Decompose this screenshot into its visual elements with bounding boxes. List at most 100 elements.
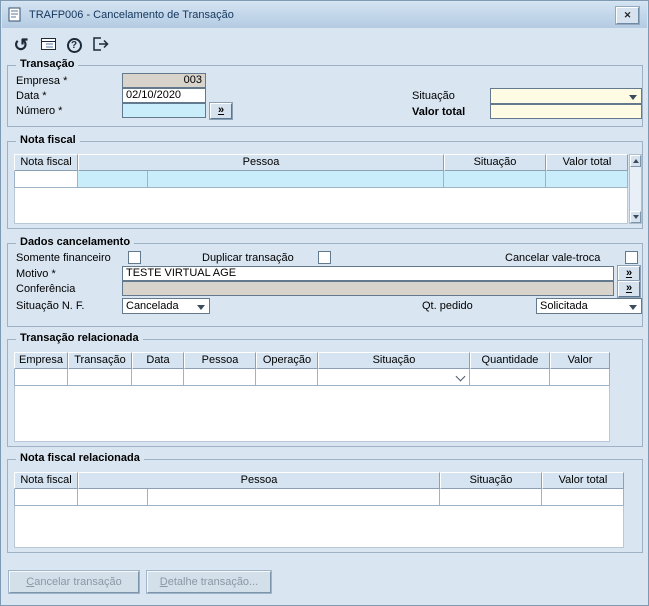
grid-cell[interactable] <box>550 369 610 386</box>
group-dados-cancelamento-legend: Dados cancelamento <box>16 236 134 248</box>
vertical-scrollbar[interactable] <box>629 154 642 224</box>
grid-cell[interactable] <box>184 369 256 386</box>
scroll-down-button[interactable] <box>630 211 641 223</box>
data-field[interactable]: 02/10/2020 <box>122 88 206 103</box>
grid-cell[interactable] <box>78 489 148 506</box>
situacao-nf-combo-value: Cancelada <box>126 300 179 312</box>
cancelar-transacao-button[interactable]: Cancelar transação <box>9 571 139 593</box>
grid-cell[interactable] <box>132 369 184 386</box>
group-nota-fiscal-legend: Nota fiscal <box>16 134 80 146</box>
duplicar-transacao-checkbox[interactable] <box>318 251 331 264</box>
conferencia-label: Conferência <box>16 283 75 295</box>
grid-cell[interactable] <box>470 369 550 386</box>
column-header-situacao[interactable]: Situação <box>318 352 470 369</box>
column-header-pessoa[interactable]: Pessoa <box>78 154 444 171</box>
detalhe-transacao-button[interactable]: Detalhe transação... <box>147 571 271 593</box>
grid-cell[interactable] <box>14 171 78 188</box>
column-header-nota-fiscal[interactable]: Nota fiscal <box>14 154 78 171</box>
window-title: TRAFP006 - Cancelamento de Transação <box>29 9 234 21</box>
grid-cell[interactable] <box>256 369 318 386</box>
column-header-pessoa[interactable]: Pessoa <box>184 352 256 369</box>
chevron-down-icon <box>456 372 466 382</box>
column-header-valor-total[interactable]: Valor total <box>542 472 624 489</box>
numero-lookup-button[interactable]: » <box>210 103 232 119</box>
conferencia-lookup-button[interactable]: » <box>618 281 640 297</box>
column-header-valor[interactable]: Valor <box>550 352 610 369</box>
group-nota-fiscal-relacionada-legend: Nota fiscal relacionada <box>16 452 144 464</box>
scroll-up-button[interactable] <box>630 155 641 167</box>
column-header-nota-fiscal[interactable]: Nota fiscal <box>14 472 78 489</box>
situacao-nf-label: Situação N. F. <box>16 300 84 312</box>
grid-cell[interactable] <box>148 489 440 506</box>
column-header-situacao[interactable]: Situação <box>444 154 546 171</box>
group-transacao-relacionada-legend: Transação relacionada <box>16 332 143 344</box>
calendar-button[interactable] <box>36 32 62 58</box>
numero-label: Número * <box>16 105 62 117</box>
column-header-transacao[interactable]: Transação <box>68 352 132 369</box>
situacao-nf-combo[interactable]: Cancelada <box>122 298 210 314</box>
grid-cell[interactable] <box>68 369 132 386</box>
nota-fiscal-grid-header: Nota fiscal Pessoa Situação Valor total <box>14 154 628 171</box>
motivo-label: Motivo * <box>16 268 56 280</box>
undo-icon: ↺ <box>13 36 28 54</box>
grid-cell[interactable] <box>546 171 628 188</box>
close-icon: ✕ <box>624 10 632 21</box>
arrow-down-icon <box>633 215 639 219</box>
exit-icon <box>91 36 110 55</box>
transacao-relacionada-grid-row[interactable] <box>14 369 610 386</box>
help-icon: ? <box>67 38 82 53</box>
column-header-valor-total[interactable]: Valor total <box>546 154 628 171</box>
grid-cell[interactable] <box>78 171 148 188</box>
nota-fiscal-grid-row[interactable] <box>14 171 628 188</box>
group-transacao-legend: Transação <box>16 58 78 70</box>
help-glyph: ? <box>71 40 77 51</box>
valor-total-label: Valor total <box>412 106 465 118</box>
empresa-label: Empresa * <box>16 75 67 87</box>
empresa-field[interactable]: 003 <box>122 73 206 88</box>
grid-cell[interactable] <box>14 489 78 506</box>
somente-financeiro-checkbox[interactable] <box>128 251 141 264</box>
close-button[interactable]: ✕ <box>616 7 639 24</box>
group-nota-fiscal-relacionada: Nota fiscal relacionada Nota fiscal Pess… <box>7 459 643 553</box>
grid-cell[interactable] <box>444 171 546 188</box>
motivo-lookup-button[interactable]: » <box>618 266 640 282</box>
situacao-label: Situação <box>412 90 455 102</box>
column-header-data[interactable]: Data <box>132 352 184 369</box>
window-icon <box>8 7 23 23</box>
duplicar-transacao-label: Duplicar transação <box>202 252 294 264</box>
grid-cell[interactable] <box>440 489 542 506</box>
situacao-combo[interactable] <box>490 88 642 104</box>
grid-cell-situacao-combo[interactable] <box>318 369 470 386</box>
qt-pedido-label: Qt. pedido <box>422 300 473 312</box>
valor-total-field[interactable] <box>490 104 642 119</box>
numero-field[interactable] <box>122 103 206 118</box>
group-transacao-relacionada: Transação relacionada Empresa Transação … <box>7 339 643 447</box>
column-header-empresa[interactable]: Empresa <box>14 352 68 369</box>
exit-button[interactable] <box>87 32 113 58</box>
qt-pedido-combo[interactable]: Solicitada <box>536 298 642 314</box>
app-window: TRAFP006 - Cancelamento de Transação ✕ ↺… <box>0 0 649 606</box>
arrow-up-icon <box>633 159 639 163</box>
conferencia-field[interactable] <box>122 281 614 296</box>
qt-pedido-combo-value: Solicitada <box>540 300 588 312</box>
data-label: Data * <box>16 90 47 102</box>
column-header-quantidade[interactable]: Quantidade <box>470 352 550 369</box>
group-nota-fiscal: Nota fiscal Nota fiscal Pessoa Situação … <box>7 141 643 229</box>
help-button[interactable]: ? <box>61 32 87 58</box>
column-header-situacao[interactable]: Situação <box>440 472 542 489</box>
group-transacao: Transação Empresa * 003 Data * 02/10/202… <box>7 65 643 127</box>
undo-button[interactable]: ↺ <box>8 32 34 58</box>
grid-cell[interactable] <box>148 171 444 188</box>
chevron-down-icon <box>629 305 637 310</box>
group-dados-cancelamento: Dados cancelamento Somente financeiro Du… <box>7 243 643 327</box>
grid-cell[interactable] <box>14 369 68 386</box>
chevron-down-icon <box>629 95 637 100</box>
nota-fiscal-relacionada-grid-header: Nota fiscal Pessoa Situação Valor total <box>14 472 624 489</box>
grid-cell[interactable] <box>542 489 624 506</box>
cancelar-vale-troca-checkbox[interactable] <box>625 251 638 264</box>
nota-fiscal-relacionada-grid-row[interactable] <box>14 489 624 506</box>
column-header-pessoa[interactable]: Pessoa <box>78 472 440 489</box>
calendar-icon <box>40 36 58 55</box>
motivo-field[interactable]: TESTE VIRTUAL AGE <box>122 266 614 281</box>
column-header-operacao[interactable]: Operação <box>256 352 318 369</box>
